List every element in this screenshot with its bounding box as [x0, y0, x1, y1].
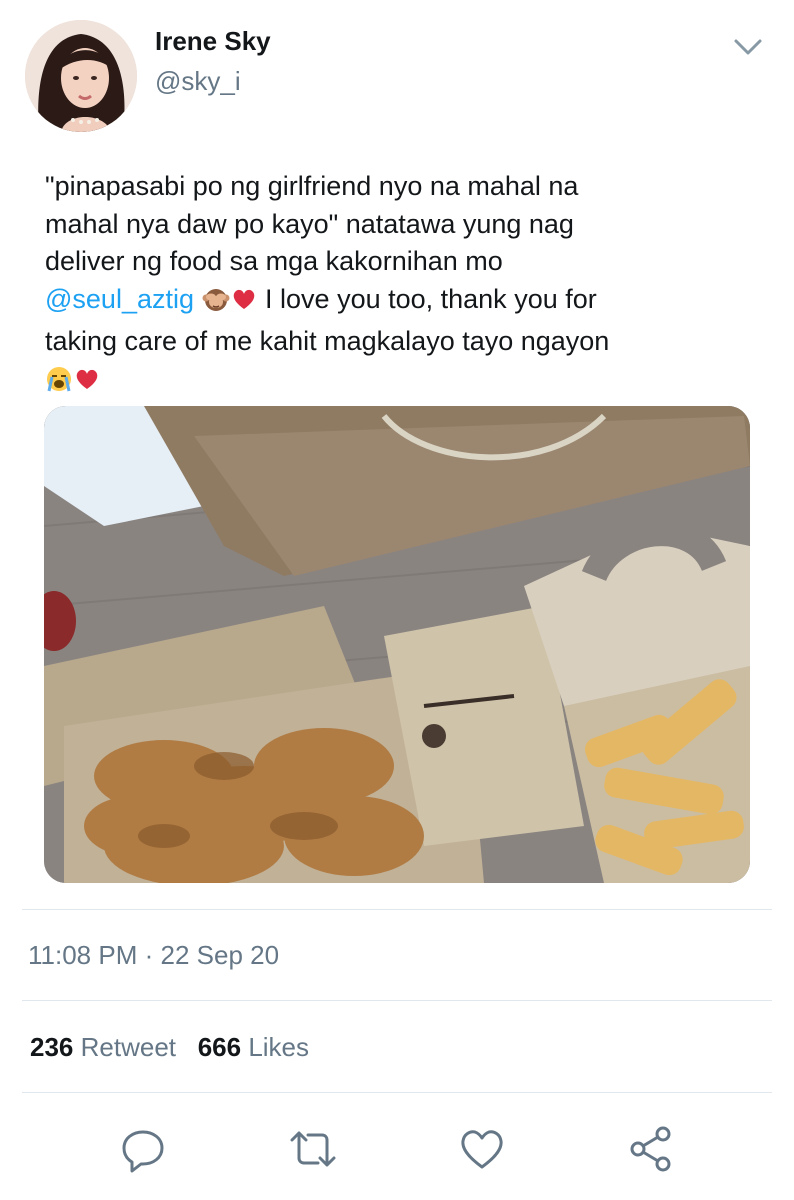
tweet-line: "pinapasabi po ng girlfriend nyo na maha…	[45, 171, 579, 201]
tweet-line	[45, 361, 755, 404]
retweets-label: Retweet	[80, 1032, 177, 1062]
divider	[22, 1000, 772, 1001]
tweet-line-text: I love you too, thank you for	[265, 283, 597, 314]
tweet-text: "pinapasabi po ng girlfriend nyo na maha…	[45, 168, 755, 403]
chevron-down-icon[interactable]	[728, 32, 768, 62]
tweet-photo[interactable]	[44, 406, 750, 883]
tweet-line: taking care of me kahit magkalayo tayo n…	[45, 326, 610, 356]
user-handle[interactable]: @sky_i	[155, 66, 241, 97]
like-icon[interactable]	[457, 1124, 507, 1174]
retweet-icon[interactable]	[288, 1124, 338, 1174]
tweet-line: deliver ng food sa mga kakornihan mo	[45, 246, 503, 276]
display-name[interactable]: Irene Sky	[155, 26, 271, 57]
likes-stat[interactable]: 666 Likes	[198, 1032, 309, 1062]
red-heart-icon	[73, 365, 101, 404]
likes-count: 666	[197, 1032, 242, 1062]
reply-icon[interactable]	[118, 1124, 168, 1174]
timestamp-separator: ·	[144, 940, 154, 970]
tweet-date: 22 Sep 20	[160, 940, 280, 970]
retweets-stat[interactable]: 236 Retweet	[30, 1032, 176, 1062]
avatar[interactable]	[25, 20, 137, 132]
tweet-line: mahal nya daw po kayo" natatawa yung nag	[45, 208, 574, 239]
likes-label: Likes	[248, 1032, 310, 1062]
loudly-crying-face-icon	[45, 365, 73, 404]
red-heart-icon	[230, 285, 258, 324]
mention-link[interactable]: @seul_aztig	[45, 284, 194, 314]
see-no-evil-monkey-icon	[202, 285, 230, 324]
share-icon[interactable]	[626, 1124, 676, 1174]
divider	[22, 909, 772, 910]
tweet-timestamp[interactable]: 11:08 PM · 22 Sep 20	[28, 940, 279, 971]
divider	[22, 1092, 772, 1093]
tweet-line: @seul_aztig I love you too, thank you fo…	[45, 281, 755, 324]
retweets-count: 236	[30, 1032, 74, 1062]
tweet-stats: 236 Retweet 666 Likes	[30, 1032, 309, 1063]
tweet-time: 11:08 PM	[28, 940, 138, 970]
